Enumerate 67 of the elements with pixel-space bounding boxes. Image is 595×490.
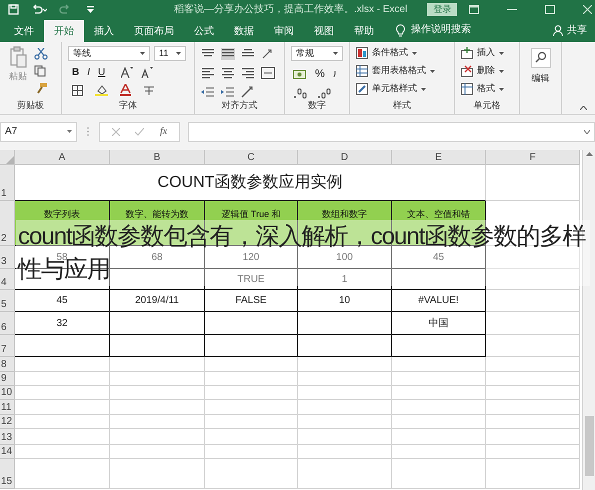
table-cell: 120: [205, 246, 298, 269]
number-format-dropdown[interactable]: 常规: [291, 46, 343, 61]
italic-button[interactable]: I: [87, 65, 90, 80]
row-header[interactable]: 1: [0, 165, 15, 201]
row-header[interactable]: 4: [0, 269, 15, 290]
editing-button[interactable]: 编辑: [526, 48, 555, 114]
table-cell: 32: [15, 312, 110, 335]
ribbon-tab[interactable]: 页面布局: [124, 20, 184, 42]
row-header[interactable]: 10: [0, 386, 15, 400]
login-button[interactable]: 登录: [427, 2, 458, 16]
window-title: 稻客说—分享办公技巧，提高工作效率。.xlsx - Excel: [174, 2, 408, 16]
row-header[interactable]: 13: [0, 429, 15, 445]
row-header[interactable]: 2: [0, 201, 15, 246]
ribbon-tab[interactable]: 开始: [44, 20, 84, 42]
ribbon-tab[interactable]: 数据: [224, 20, 264, 42]
cells-menu-button[interactable]: 插入: [461, 46, 504, 60]
group-label: 数字: [307, 99, 327, 112]
row-header[interactable]: 11: [0, 400, 15, 415]
column-header[interactable]: D: [298, 150, 392, 164]
styles-menu-button[interactable]: 单元格样式: [356, 82, 435, 96]
group-label: 样式: [392, 99, 412, 112]
styles-menu-button[interactable]: 条件格式: [356, 46, 435, 60]
ribbon-tab[interactable]: 文件: [4, 20, 44, 42]
row-header[interactable]: 9: [0, 372, 15, 386]
tell-me-search[interactable]: 操作说明搜索: [411, 22, 471, 37]
table-cell: #VALUE!: [392, 290, 486, 312]
cells-menu-button[interactable]: 格式: [461, 82, 504, 96]
table-cell: 中国: [392, 312, 486, 335]
name-box[interactable]: A7: [0, 122, 77, 142]
cells-menu-button[interactable]: 删除: [461, 64, 504, 78]
ribbon-tab[interactable]: 插入: [84, 20, 124, 42]
row-header[interactable]: 14: [0, 445, 15, 459]
table-cell: 1: [298, 269, 392, 290]
table-cell: 100: [298, 246, 392, 269]
row-header[interactable]: 7: [0, 335, 15, 357]
row-header[interactable]: 15: [0, 459, 15, 489]
share-button[interactable]: 共享: [553, 23, 587, 38]
row-header[interactable]: 6: [0, 312, 15, 335]
column-header[interactable]: E: [392, 150, 486, 164]
column-header[interactable]: F: [486, 150, 580, 164]
group-label: 单元格: [472, 99, 502, 112]
group-label: 对齐方式: [220, 99, 258, 112]
font-name-dropdown[interactable]: 等线: [68, 46, 150, 61]
ribbon-tab[interactable]: 帮助: [344, 20, 384, 42]
ribbon-tab[interactable]: 公式: [184, 20, 224, 42]
insert-function-button[interactable]: fx: [160, 124, 168, 139]
font-size-dropdown[interactable]: 11: [154, 46, 186, 61]
group-label: 剪贴板: [16, 99, 45, 112]
underline-button[interactable]: U: [98, 65, 106, 80]
row-header[interactable]: 8: [0, 357, 15, 372]
table-cell: TRUE: [205, 269, 298, 290]
column-header[interactable]: A: [15, 150, 110, 164]
ribbon-tab[interactable]: 审阅: [264, 20, 304, 42]
styles-menu-button[interactable]: 套用表格格式: [356, 64, 435, 78]
table-cell: 45: [15, 290, 110, 312]
percent-button[interactable]: %: [315, 66, 325, 82]
column-header[interactable]: C: [205, 150, 298, 164]
group-label: 字体: [118, 99, 138, 112]
table-cell: 2019/4/11: [110, 290, 205, 312]
column-header[interactable]: B: [110, 150, 205, 164]
row-header[interactable]: 5: [0, 290, 15, 312]
ribbon-tab[interactable]: 视图: [304, 20, 344, 42]
bold-button[interactable]: B: [72, 65, 80, 80]
row-header[interactable]: 3: [0, 246, 15, 269]
row-header[interactable]: 12: [0, 415, 15, 429]
table-cell: 10: [298, 290, 392, 312]
table-cell: FALSE: [205, 290, 298, 312]
